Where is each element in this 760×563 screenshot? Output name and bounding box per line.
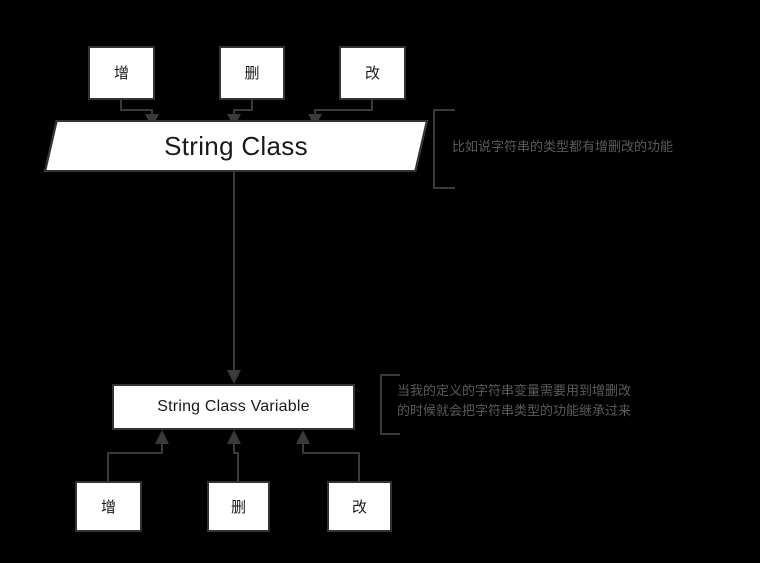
top-operation-label-delete: 删	[244, 64, 260, 82]
connector-bottom-delete	[227, 430, 241, 481]
connector-bottom-add	[107, 430, 169, 481]
diagram-canvas: 增 删 改 String Class String Class Variable…	[0, 0, 760, 563]
bottom-operation-label-delete: 删	[230, 497, 246, 516]
annotation-child-note: 当我的定义的字符串变量需要用到增删改 的时候就会把字符串类型的功能继承过来	[397, 384, 632, 420]
top-operation-label-add: 增	[113, 64, 129, 82]
bottom-operation-box-delete[interactable]: 删	[207, 481, 270, 532]
child-class-label: String Class Variable	[157, 398, 310, 416]
bottom-operation-label-add: 增	[100, 497, 116, 516]
connector-bottom-modify	[296, 430, 360, 481]
bottom-operation-label-modify: 改	[351, 497, 367, 516]
parent-class-label: String Class	[164, 130, 308, 161]
parent-class-node[interactable]: String Class	[43, 120, 429, 172]
top-operation-box-delete[interactable]: 删	[219, 46, 285, 100]
child-class-node[interactable]: String Class Variable	[112, 384, 355, 430]
annotation-parent-note: 比如说字符串的类型都有增删改的功能	[452, 140, 674, 155]
bottom-operation-box-modify[interactable]: 改	[327, 481, 392, 532]
top-operation-box-modify[interactable]: 改	[339, 46, 406, 100]
top-operation-box-add[interactable]: 增	[88, 46, 155, 100]
bottom-operation-box-add[interactable]: 增	[75, 481, 142, 532]
top-operation-label-modify: 改	[364, 64, 380, 82]
connector-inheritance-main	[227, 172, 241, 384]
